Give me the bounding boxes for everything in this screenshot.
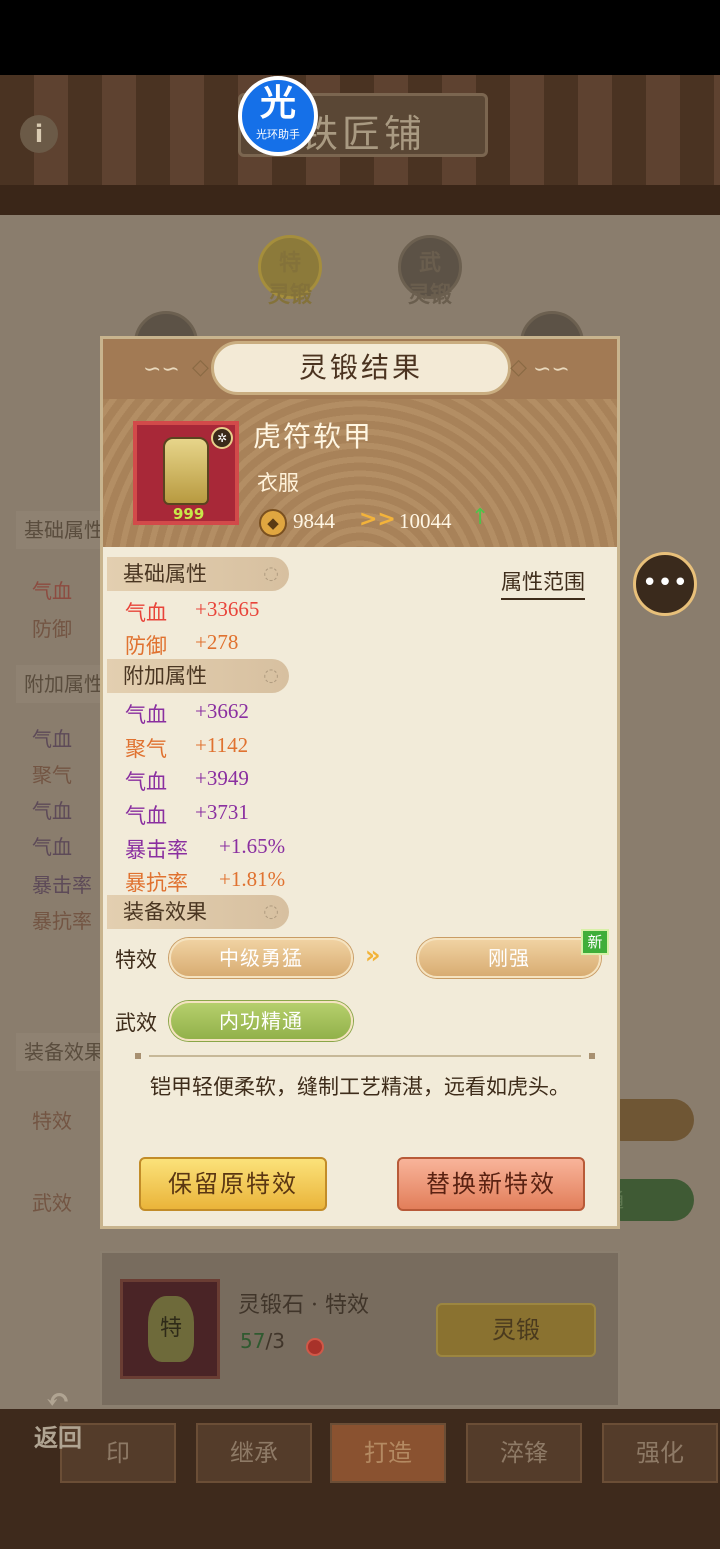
bg-attr: 气血 — [32, 799, 72, 823]
attr-name: 气血 — [125, 703, 167, 727]
bg-section-extra: 附加属性 — [16, 665, 106, 703]
attr-row: 暴抗率 +1.81% — [125, 867, 285, 897]
martial-effect-value[interactable]: 内功精通 — [169, 1001, 353, 1041]
equipment-icon[interactable]: ✲ 999 — [133, 421, 239, 525]
bg-attr: 气血 — [32, 727, 72, 751]
power-change-arrow-icon: >> — [359, 507, 396, 532]
attr-row: 气血 +3949 — [125, 766, 249, 796]
effect-change-arrow-icon: » — [365, 941, 381, 969]
cloud-ornament-icon: ∽∽ — [533, 357, 570, 382]
attr-name: 防御 — [125, 634, 167, 658]
back-arrow-icon: ↶ — [45, 1383, 71, 1418]
bottom-tab-bar: 印 继承 打造 淬锋 强化 — [0, 1409, 720, 1549]
attr-value: +1142 — [195, 733, 249, 757]
stone-have: 57 — [240, 1329, 266, 1353]
forge-button[interactable]: 灵锻 — [436, 1303, 596, 1357]
bg-section-effect: 装备效果 — [16, 1033, 106, 1071]
attr-name: 气血 — [125, 601, 167, 625]
section-base-attrs: 基础属性 — [107, 557, 289, 591]
attr-name: 聚气 — [125, 737, 167, 761]
attr-range-link[interactable]: 属性范围 — [501, 566, 585, 600]
bg-attr: 暴抗率 — [32, 909, 92, 933]
special-forge-node-char: 特 — [278, 250, 301, 276]
attr-name: 气血 — [125, 804, 167, 828]
attr-row: 防御 +278 — [125, 630, 238, 660]
attr-row: 暴击率 +1.65% — [125, 834, 285, 864]
power-icon: ◆ — [259, 509, 287, 537]
bg-section-base: 基础属性 — [16, 511, 106, 549]
bg-effect-label: 特效 — [32, 1109, 72, 1133]
attr-row: 聚气 +1142 — [125, 733, 248, 763]
attr-value: +3949 — [195, 766, 249, 790]
attr-value: +3662 — [195, 699, 249, 723]
bg-effect-label: 武效 — [32, 1191, 72, 1215]
equipment-name: 虎符软甲 — [253, 420, 374, 453]
forge-stone-icon: 特 — [148, 1296, 194, 1362]
special-effect-label: 特效 — [115, 948, 157, 972]
new-badge: 新 — [581, 929, 609, 955]
attr-value: +1.81% — [219, 867, 286, 891]
special-effect-new[interactable]: 刚强 — [417, 938, 601, 978]
tab-inherit[interactable]: 继承 — [196, 1423, 312, 1483]
watermark-text: 光环助手 — [256, 128, 300, 141]
forge-stone-slot[interactable]: 特 — [120, 1279, 220, 1379]
section-extra-attrs: 附加属性 — [107, 659, 289, 693]
stone-need: /3 — [265, 1329, 285, 1353]
watermark-glyph: 光 — [259, 83, 296, 124]
bg-attr: 防御 — [32, 617, 72, 641]
chat-bubble-icon[interactable]: ••• — [633, 552, 697, 616]
bg-attr: 暴击率 — [32, 873, 92, 897]
status-bar — [0, 0, 720, 75]
attr-value: +278 — [195, 630, 239, 654]
dialog-header: ∽∽ ∽∽ 灵锻结果 ✲ 999 虎符软甲 衣服 ◆ 9844 >> 10044… — [103, 339, 617, 547]
tab-enhance[interactable]: 强化 — [602, 1423, 718, 1483]
attr-row: 气血 +3731 — [125, 800, 249, 830]
power-up-icon: ↑ — [471, 505, 490, 530]
tab-temper[interactable]: 淬锋 — [466, 1423, 582, 1483]
attr-value: +1.65% — [219, 834, 286, 858]
bg-attr: 气血 — [32, 579, 72, 603]
power-new: 10044 — [399, 509, 452, 533]
attr-row: 气血 +3662 — [125, 699, 249, 729]
bg-attr: 气血 — [32, 835, 72, 859]
armor-icon — [163, 437, 209, 505]
equipment-type: 衣服 — [257, 471, 299, 495]
dialog-title: 灵锻结果 — [192, 341, 530, 395]
cloud-ornament-icon: ∽∽ — [143, 357, 180, 382]
replace-new-effect-button[interactable]: 替换新特效 — [397, 1157, 585, 1211]
quality-badge-icon: ✲ — [211, 427, 233, 449]
special-effect-old[interactable]: 中级勇猛 — [169, 938, 353, 978]
attr-row: 气血 +33665 — [125, 597, 259, 627]
shop-sign-text: 铁匠铺 — [300, 112, 427, 156]
back-button[interactable]: ↶ 返回 — [20, 1384, 96, 1454]
forge-stone-count: 57/3 — [240, 1329, 285, 1353]
martial-forge-node-label: 灵锻 — [407, 282, 452, 308]
forge-stone-name: 灵锻石 · 特效 — [238, 1293, 369, 1318]
martial-effect-label: 武效 — [115, 1011, 157, 1035]
equipment-level: 999 — [173, 505, 205, 523]
martial-forge-node-char: 武 — [418, 250, 441, 276]
notification-dot — [306, 1338, 324, 1356]
attr-name: 暴击率 — [125, 838, 188, 862]
attr-name: 暴抗率 — [125, 871, 188, 895]
section-equip-effect: 装备效果 — [107, 895, 289, 929]
forge-result-dialog: ∽∽ ∽∽ 灵锻结果 ✲ 999 虎符软甲 衣服 ◆ 9844 >> 10044… — [100, 336, 620, 1229]
back-label: 返回 — [34, 1423, 82, 1452]
tab-craft[interactable]: 打造 — [330, 1423, 446, 1483]
attr-value: +3731 — [195, 800, 249, 824]
attr-value: +33665 — [195, 597, 260, 621]
info-icon[interactable]: i — [20, 115, 58, 153]
attr-name: 气血 — [125, 770, 167, 794]
forge-stone-panel: 特 灵锻石 · 特效 57/3 灵锻 — [100, 1251, 620, 1407]
keep-original-effect-button[interactable]: 保留原特效 — [139, 1157, 327, 1211]
bg-attr: 聚气 — [32, 763, 72, 787]
watermark-logo: 光 光环助手 — [238, 76, 318, 156]
equipment-description: 铠甲轻便柔软，缝制工艺精湛，远看如虎头。 — [150, 1075, 570, 1099]
power-old: 9844 — [293, 509, 335, 533]
special-forge-node-label: 灵锻 — [267, 282, 312, 308]
divider — [135, 1053, 595, 1059]
attribute-panel-behind: 基础属性 气血 防御 附加属性 气血 聚气 气血 气血 暴击率 暴抗率 装备效果… — [16, 505, 106, 1315]
